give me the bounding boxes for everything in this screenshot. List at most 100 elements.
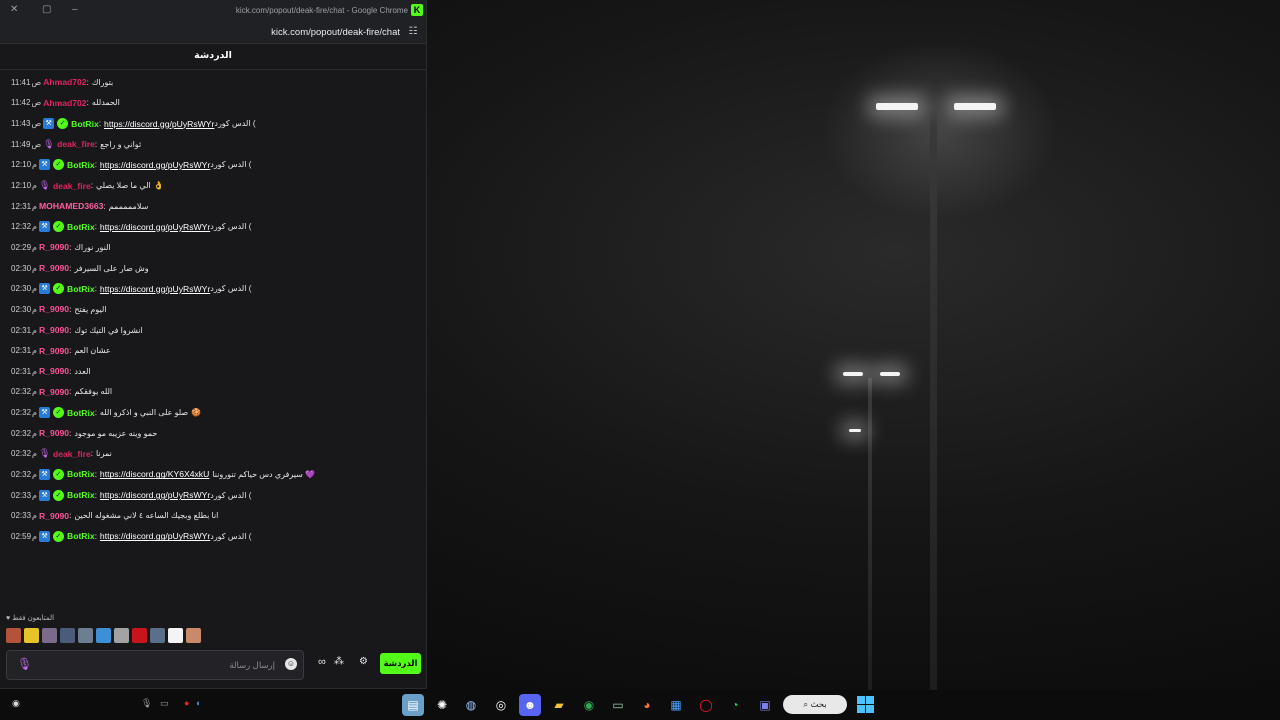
mic-icon[interactable]: 🎙 xyxy=(17,657,32,671)
message-username[interactable]: BotRix xyxy=(67,531,95,541)
message-username[interactable]: BotRix xyxy=(67,469,95,479)
terminal-icon[interactable]: ▭ xyxy=(607,694,629,716)
message-username[interactable]: R_9090 xyxy=(39,304,69,314)
message-period: ص xyxy=(31,77,42,87)
message-username[interactable]: BotRix xyxy=(67,160,95,170)
site-settings-icon[interactable]: ☷ xyxy=(406,25,420,39)
message-username[interactable]: Ahmad702 xyxy=(43,77,86,87)
message-link[interactable]: https://discord.gg/pUyRsWYr xyxy=(100,222,210,232)
search-label: بحث xyxy=(810,699,827,709)
minimize-icon[interactable]: – xyxy=(72,4,78,15)
message-link[interactable]: https://discord.gg/pUyRsWYr xyxy=(100,160,210,170)
message-username[interactable]: deak_fire xyxy=(53,181,91,191)
message-link[interactable]: https://discord.gg/pUyRsWYr xyxy=(100,284,210,294)
message-text: اليوم يفتح xyxy=(74,304,107,314)
avatar[interactable] xyxy=(186,628,201,643)
avatar[interactable] xyxy=(60,628,75,643)
avatar[interactable] xyxy=(114,628,129,643)
steam-tray-icon[interactable]: ◐ xyxy=(196,698,201,708)
avatar[interactable] xyxy=(168,628,183,643)
message-period: م xyxy=(32,449,37,459)
message-text: نمرنا xyxy=(95,449,112,459)
recording-icon[interactable]: ● xyxy=(184,698,189,708)
whatsapp-icon[interactable]: ◔ xyxy=(724,694,746,716)
maximize-icon[interactable]: ▢ xyxy=(42,4,51,15)
message-username[interactable]: BotRix xyxy=(67,408,95,418)
message-link[interactable]: https://discord.gg/pUyRsWYr xyxy=(100,531,210,541)
message-username[interactable]: Ahmad702 xyxy=(43,98,86,108)
message-link[interactable]: https://discord.gg/KY6X4xkU xyxy=(100,469,209,479)
message-time: 02:30 xyxy=(11,304,32,314)
message-username[interactable]: deak_fire xyxy=(57,139,95,149)
chat-input[interactable]: 🎙 إرسال رسالة ☺ xyxy=(6,650,304,680)
message-username[interactable]: BotRix xyxy=(67,222,95,232)
folder-icon[interactable]: ▰ xyxy=(548,694,570,716)
send-chat-button[interactable]: الدردشة xyxy=(380,653,421,674)
address-bar[interactable]: kick.com/popout/deak-fire/chat ☷ xyxy=(0,21,426,44)
message-time: 11:49 xyxy=(11,139,31,149)
message-text: صلو على النبي و اذكرو الله xyxy=(99,408,189,418)
supporter-avatars xyxy=(6,628,201,643)
gear-icon[interactable]: ⚙ xyxy=(359,656,368,667)
close-icon[interactable]: ✕ xyxy=(10,4,18,15)
message-time: 02:33 xyxy=(11,490,32,500)
chat-message-list[interactable]: 11:41 ص Ahmad702: بتوراك 11:42 ص Ahmad702: الحم… xyxy=(0,72,426,612)
message-username[interactable]: R_9090 xyxy=(39,387,69,397)
avatar[interactable] xyxy=(42,628,57,643)
chat-message: 12:31 م MOHAMED3663: سلامممممم xyxy=(0,196,426,217)
message-time: 12:31 xyxy=(11,201,32,211)
emoji-icon[interactable]: ☺ xyxy=(285,658,297,670)
message-period: م xyxy=(32,469,37,479)
store-icon[interactable]: ▦ xyxy=(665,694,687,716)
message-username[interactable]: deak_fire xyxy=(53,449,91,459)
verified-badge-icon: ✓ xyxy=(52,530,64,542)
camera-tray-icon[interactable]: ▭ xyxy=(160,698,169,709)
discord-icon[interactable]: ☻ xyxy=(519,694,541,716)
avatar[interactable] xyxy=(6,628,21,643)
message-username[interactable]: R_9090 xyxy=(39,511,69,521)
avatar[interactable] xyxy=(78,628,93,643)
message-username[interactable]: R_9090 xyxy=(39,428,69,438)
avatar[interactable] xyxy=(150,628,165,643)
message-username[interactable]: R_9090 xyxy=(39,325,69,335)
infinity-icon[interactable]: ∞ xyxy=(318,656,326,668)
opera-icon[interactable]: ◯ xyxy=(695,694,717,716)
avatar[interactable] xyxy=(96,628,111,643)
obs-icon[interactable]: ◎ xyxy=(490,694,512,716)
message-username[interactable]: R_9090 xyxy=(39,366,69,376)
message-username[interactable]: R_9090 xyxy=(39,263,69,273)
windows-start-icon[interactable] xyxy=(857,696,874,713)
chat-message: 02:33 م R_9090: انا بطلع وبجيك الساعه ٤ لان… xyxy=(0,505,426,526)
avatar[interactable] xyxy=(24,628,39,643)
street-lamp xyxy=(849,429,861,432)
message-link[interactable]: https://discord.gg/pUyRsWYr xyxy=(100,490,210,500)
message-colon: : xyxy=(69,428,72,438)
chrome-icon[interactable]: ◉ xyxy=(578,694,600,716)
message-colon: : xyxy=(69,304,72,314)
message-username[interactable]: BotRix xyxy=(71,119,99,129)
message-username[interactable]: MOHAMED3663 xyxy=(39,201,103,211)
dots-icon[interactable]: ⁂ xyxy=(334,656,344,667)
widgets-icon[interactable]: ◉ xyxy=(12,698,20,709)
pinwheel-icon[interactable]: ✺ xyxy=(431,694,453,716)
message-emoji: 👌 xyxy=(153,181,164,191)
message-username[interactable]: BotRix xyxy=(67,490,95,500)
bot-badge-icon: ⚒ xyxy=(38,221,50,233)
steam-icon[interactable]: ◍ xyxy=(460,694,482,716)
message-username[interactable]: R_9090 xyxy=(39,242,69,252)
street-pole xyxy=(868,378,872,690)
gallery-icon[interactable]: ▤ xyxy=(402,694,424,716)
mic-tray-icon[interactable]: 🎙 xyxy=(141,698,152,709)
message-colon: : xyxy=(69,325,72,335)
teams-icon[interactable]: ▣ xyxy=(754,694,776,716)
message-colon: : xyxy=(69,263,72,273)
taskbar-search[interactable]: ⌕ بحث xyxy=(783,695,847,714)
message-link[interactable]: https://discord.gg/pUyRsWYr xyxy=(104,119,214,129)
firefox-icon[interactable]: ◕ xyxy=(636,694,658,716)
chat-message: 02:32 م R_9090: حمو وينه عزيبه مو موجود xyxy=(0,423,426,444)
message-username[interactable]: BotRix xyxy=(67,284,95,294)
avatar[interactable] xyxy=(132,628,147,643)
message-username[interactable]: R_9090 xyxy=(39,346,69,356)
chat-message: 02:32 م ⚒ ✓ BotRix: صلو على النبي و اذكرو الل… xyxy=(0,402,426,423)
street-lamp xyxy=(876,103,918,110)
